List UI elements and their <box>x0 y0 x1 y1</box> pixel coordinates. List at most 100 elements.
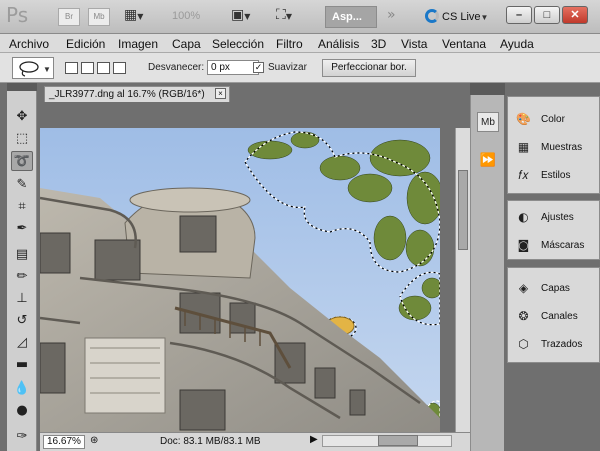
svg-text:▼: ▼ <box>43 65 51 74</box>
maximize-button[interactable]: □ <box>534 6 560 24</box>
tools-panel: ✥ ⬚ ➰ ✎ ⌗ ✒ ▤ ✏ ⊥ ↺ ◿ ▬ 💧 ● ✑ <box>7 83 37 451</box>
menu-imagen[interactable]: Imagen <box>118 37 158 51</box>
dodge-tool-icon[interactable]: ● <box>11 401 33 421</box>
status-arrow-icon[interactable]: ▶ <box>310 434 318 445</box>
mini-bridge-panel-icon[interactable]: Mb <box>477 112 499 132</box>
panel-item-label: Color <box>541 114 565 125</box>
menu-capa[interactable]: Capa <box>172 37 201 51</box>
document-ruler-gap <box>40 102 470 128</box>
new-selection-icon[interactable] <box>65 62 78 74</box>
options-bar: ▼ Desvanecer: 0 px ✓ Suavizar Perfeccion… <box>0 53 600 83</box>
blur-tool-icon[interactable]: 💧 <box>11 379 33 399</box>
intersect-selection-icon[interactable] <box>113 62 126 74</box>
adjustments-icon: ◐ <box>518 210 529 224</box>
status-zoom-field[interactable]: 16.67% <box>43 435 85 449</box>
vertical-scroll-thumb[interactable] <box>458 170 468 250</box>
building-photo <box>40 128 440 432</box>
minimize-button[interactable]: – <box>506 6 532 24</box>
cs-live-label: CS Live <box>442 11 481 23</box>
panel-item-label: Trazados <box>541 339 583 350</box>
menu-bar: Archivo Edición Imagen Capa Selección Fi… <box>0 34 600 53</box>
history-brush-tool-icon[interactable]: ↺ <box>11 311 33 331</box>
panel-item-label: Estilos <box>541 170 571 181</box>
screen-mode-icon[interactable]: ⛶▼ <box>276 7 292 23</box>
masks-icon: ◙ <box>517 238 530 252</box>
panel-item-paths[interactable]: ⬡ Trazados <box>508 332 600 358</box>
clone-stamp-tool-icon[interactable]: ⊥ <box>11 289 33 309</box>
close-button[interactable]: ✕ <box>562 6 588 24</box>
tool-preset-picker[interactable]: ▼ <box>12 57 54 79</box>
panel-item-label: Ajustes <box>541 212 574 223</box>
layers-icon: ◈ <box>518 281 529 295</box>
more-workspaces-icon[interactable]: » <box>387 7 396 23</box>
refine-edge-button[interactable]: Perfeccionar bor. <box>322 59 416 77</box>
crop-tool-icon[interactable]: ⌗ <box>11 197 33 217</box>
cs-live-icon <box>425 9 439 23</box>
channels-icon: ❂ <box>518 309 529 323</box>
marquee-tool-icon[interactable]: ⬚ <box>11 129 33 149</box>
panel-item-masks[interactable]: ◙ Máscaras <box>508 233 600 259</box>
eyedropper-tool-icon[interactable]: ✒ <box>11 219 33 239</box>
panel-item-label: Máscaras <box>541 240 585 251</box>
mini-bridge-button[interactable]: Mb <box>88 8 110 26</box>
workspace-switcher[interactable]: Asp... <box>325 6 377 28</box>
panel-item-styles[interactable]: 𝑓𝑥 Estilos <box>508 163 600 189</box>
zoom-level-dropdown[interactable]: 100% <box>172 10 200 22</box>
arrange-documents-icon[interactable]: ▣▼ <box>231 7 250 23</box>
panel-icon-strip <box>470 83 504 451</box>
layers-panel-group: ◈ Capas ❂ Canales ⬡ Trazados <box>507 267 600 363</box>
cs-live-button[interactable]: CS Live▼ <box>425 9 488 23</box>
history-panel-icon[interactable]: ⏩ <box>477 150 499 170</box>
pen-tool-icon[interactable]: ✑ <box>11 427 33 447</box>
panel-item-channels[interactable]: ❂ Canales <box>508 304 600 330</box>
menu-ayuda[interactable]: Ayuda <box>500 37 534 51</box>
add-to-selection-icon[interactable] <box>81 62 94 74</box>
quick-selection-tool-icon[interactable]: ✎ <box>11 175 33 195</box>
adjustments-panel-group: ◐ Ajustes ◙ Máscaras <box>507 200 600 260</box>
menu-vista[interactable]: Vista <box>401 37 427 51</box>
menu-3d[interactable]: 3D <box>371 37 386 51</box>
menu-ventana[interactable]: Ventana <box>442 37 486 51</box>
menu-analisis[interactable]: Análisis <box>318 37 359 51</box>
document-tab-title: _JLR3977.dng al 16.7% (RGB/16*) <box>49 89 205 100</box>
color-panel-group: 🎨 Color ▦ Muestras 𝑓𝑥 Estilos <box>507 96 600 194</box>
lasso-tool-icon[interactable]: ➰ <box>11 151 33 171</box>
panel-item-label: Canales <box>541 311 578 322</box>
menu-filtro[interactable]: Filtro <box>276 37 303 51</box>
subtract-from-selection-icon[interactable] <box>97 62 110 74</box>
swatches-icon: ▦ <box>517 140 530 154</box>
move-tool-icon[interactable]: ✥ <box>11 107 33 127</box>
panel-item-label: Capas <box>541 283 570 294</box>
bridge-button[interactable]: Br <box>58 8 80 26</box>
horizontal-scroll-thumb[interactable] <box>378 435 418 446</box>
close-document-icon[interactable]: × <box>215 88 226 99</box>
paths-icon: ⬡ <box>518 337 529 351</box>
document-tab[interactable]: _JLR3977.dng al 16.7% (RGB/16*) × <box>44 86 230 102</box>
view-extras-icon[interactable]: ▦▼ <box>124 7 143 23</box>
antialias-checkbox[interactable]: ✓ <box>253 62 264 73</box>
image-canvas[interactable] <box>40 128 440 432</box>
antialias-label: Suavizar <box>268 62 307 73</box>
menu-edicion[interactable]: Edición <box>66 37 105 51</box>
menu-archivo[interactable]: Archivo <box>9 37 49 51</box>
panel-item-swatches[interactable]: ▦ Muestras <box>508 135 600 161</box>
spot-healing-tool-icon[interactable]: ▤ <box>11 245 33 265</box>
panel-item-layers[interactable]: ◈ Capas <box>508 276 600 302</box>
gradient-tool-icon[interactable]: ▬ <box>11 355 33 375</box>
feather-input[interactable]: 0 px <box>207 60 259 75</box>
menu-seleccion[interactable]: Selección <box>212 37 264 51</box>
document-size-info: Doc: 83.1 MB/83.1 MB <box>160 436 261 447</box>
application-bar: Ps Br Mb ▦▼ 100% ▣▼ ⛶▼ Asp... » CS Live▼… <box>0 0 600 34</box>
lasso-icon: ▼ <box>19 61 51 77</box>
tools-panel-header[interactable] <box>7 83 37 91</box>
eraser-tool-icon[interactable]: ◿ <box>11 333 33 353</box>
feather-label: Desvanecer: <box>148 62 205 73</box>
photoshop-logo: Ps <box>6 3 29 27</box>
color-icon: 🎨 <box>516 112 531 126</box>
brush-tool-icon[interactable]: ✏ <box>11 267 33 287</box>
panel-item-label: Muestras <box>541 142 583 153</box>
panel-item-adjustments[interactable]: ◐ Ajustes <box>508 205 600 231</box>
panel-item-color[interactable]: 🎨 Color <box>508 107 600 133</box>
status-preview-icon[interactable]: ⊛ <box>90 435 98 446</box>
styles-icon: 𝑓𝑥 <box>518 168 529 182</box>
